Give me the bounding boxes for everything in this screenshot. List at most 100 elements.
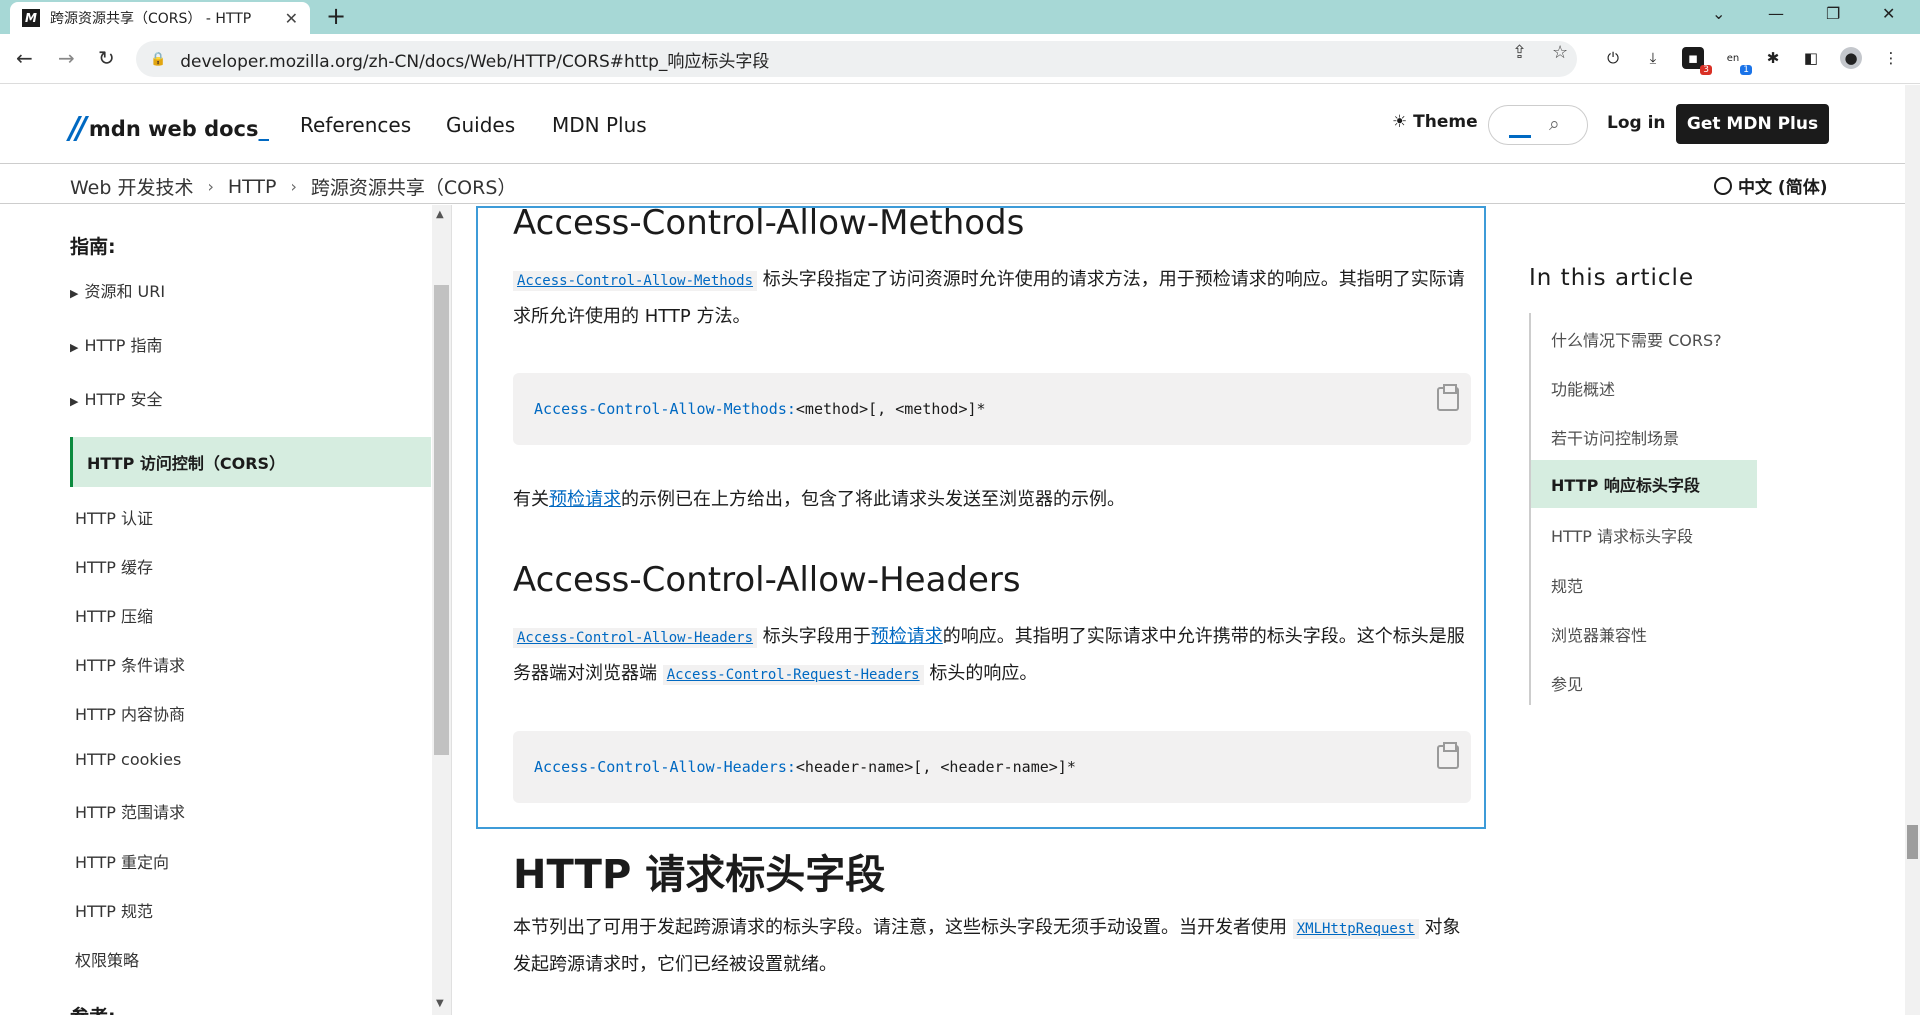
browser-toolbar: ← → ↻ 🔒 developer.mozilla.org/zh-CN/docs… [0,34,1920,84]
search-cursor [1509,135,1531,138]
translate-extension-icon[interactable]: en 1 [1722,47,1752,75]
toc-item-active[interactable]: HTTP 响应标头字段 [1531,460,1757,508]
code-link-allow-methods[interactable]: Access-Control-Allow-Methods [513,271,758,291]
toc-item[interactable]: 功能概述 [1551,376,1615,400]
tab-title: 跨源资源共享（CORS） - HTTP [50,11,252,27]
search-input[interactable]: ⌕ [1488,105,1588,145]
sidebar-item[interactable]: HTTP 条件请求 [75,652,185,676]
theme-button[interactable]: ☀ Theme [1392,112,1478,132]
extensions-puzzle-icon[interactable]: ✱ [1762,47,1784,69]
preflight-link[interactable]: 预检请求 [549,489,621,510]
breadcrumb-web[interactable]: Web 开发技术 [70,173,193,200]
sidebar-item[interactable]: HTTP cookies [75,750,181,769]
power-icon[interactable]: ⏻ [1602,47,1624,69]
sidebar-item[interactable]: 权限策略 [75,947,139,971]
extension-chat-icon[interactable]: ▪ 3 [1682,47,1712,75]
paragraph-text: 本节列出了可用于发起跨源请求的标头字段。请注意，这些标头字段无须手动设置。当开发… [513,917,1293,938]
heading-allow-methods: Access-Control-Allow-Methods [513,205,1025,243]
download-icon[interactable]: ⤓ [1642,47,1664,69]
chevron-right-icon: › [207,177,214,196]
browser-tab[interactable]: M 跨源资源共享（CORS） - HTTP ✕ [10,2,310,34]
toc-item[interactable]: 什么情况下需要 CORS? [1551,327,1722,351]
scroll-down-icon[interactable]: ▼ [436,998,444,1009]
login-link[interactable]: Log in [1607,113,1666,133]
code-key: Access-Control-Allow-Headers: [534,758,796,776]
tab-close-icon[interactable]: ✕ [285,9,298,28]
sidebar-item[interactable]: HTTP 认证 [75,505,153,529]
profile-avatar-icon[interactable]: ● [1840,47,1862,69]
toc-item[interactable]: 参见 [1551,671,1583,695]
reload-icon[interactable]: ↻ [98,46,115,70]
toc-item[interactable]: 若干访问控制场景 [1551,425,1679,449]
sidebar-item[interactable]: HTTP 规范 [75,898,153,922]
logo-text: mdn web docs [88,116,259,141]
preflight-link[interactable]: 预检请求 [871,626,943,647]
article-content: Access-Control-Allow-Methods Access-Cont… [476,205,1486,1015]
browser-menu-icon[interactable]: ⋮ [1880,47,1902,69]
side-panel-icon[interactable]: ◧ [1800,47,1822,69]
address-bar[interactable]: 🔒 developer.mozilla.org/zh-CN/docs/Web/H… [136,41,1577,77]
sidebar-group-guides[interactable]: ▶ HTTP 指南 [70,332,163,356]
search-icon[interactable]: ⌕ [1549,113,1560,135]
extension-badge: 3 [1700,65,1712,75]
mdn-header: // mdn web docs _ References Guides MDN P… [0,85,1905,164]
breadcrumb-cors[interactable]: 跨源资源共享（CORS） [311,173,516,200]
sidebar-item-label: HTTP 安全 [84,390,163,409]
sidebar-group-security[interactable]: ▶ HTTP 安全 [70,386,163,410]
sidebar-scroll-thumb[interactable] [434,285,449,755]
paragraph-preflight-note: 有关预检请求的示例已在上方给出，包含了将此请求头发送至浏览器的示例。 [513,482,1473,518]
restore-icon[interactable]: ❐ [1826,4,1840,23]
copy-icon[interactable] [1437,384,1459,411]
page-scrollbar[interactable] [1905,85,1920,1015]
triangle-right-icon: ▶ [70,395,79,408]
copy-icon[interactable] [1437,742,1459,769]
code-link-allow-headers[interactable]: Access-Control-Allow-Headers [513,628,758,648]
close-window-icon[interactable]: ✕ [1882,4,1895,23]
toc-item[interactable]: 浏览器兼容性 [1551,622,1647,646]
breadcrumb-bar: Web 开发技术 › HTTP › 跨源资源共享（CORS） 中文 (简体) [0,165,1905,204]
paragraph-text: 标头的响应。 [923,663,1038,684]
new-tab-button[interactable]: + [326,2,346,30]
toc-item[interactable]: HTTP 请求标头字段 [1551,523,1693,547]
code-value: <header-name>[, <header-name>]* [795,758,1076,776]
share-icon[interactable]: ⇪ [1512,42,1527,63]
page-scroll-thumb[interactable] [1907,825,1918,859]
sidebar-item[interactable]: HTTP 范围请求 [75,799,185,823]
sidebar-item[interactable]: HTTP 压缩 [75,603,153,627]
code-link-request-headers[interactable]: Access-Control-Request-Headers [662,665,924,685]
code-value: <method>[, <method>]* [795,400,986,418]
sidebar-item-label: 资源和 URI [84,282,166,301]
sidebar-item[interactable]: HTTP 重定向 [75,849,169,873]
sidebar-group-resources[interactable]: ▶ 资源和 URI [70,278,165,302]
scroll-up-icon[interactable]: ▲ [436,209,444,220]
theme-label: Theme [1413,112,1478,132]
nav-guides[interactable]: Guides [446,113,515,137]
paragraph-text: 有关 [513,489,549,510]
sidebar-item[interactable]: HTTP 内容协商 [75,701,185,725]
nav-mdn-plus[interactable]: MDN Plus [552,113,647,137]
nav-references[interactable]: References [300,113,411,137]
globe-icon [1714,176,1732,195]
get-mdn-plus-button[interactable]: Get MDN Plus [1676,104,1829,144]
breadcrumb-http[interactable]: HTTP [228,176,277,198]
language-label: 中文 (简体) [1738,178,1828,198]
back-icon[interactable]: ← [16,46,33,70]
chevron-right-icon: › [290,177,297,196]
sun-icon: ☀ [1392,112,1408,132]
tab-search-chevron-icon[interactable]: ⌄ [1712,4,1725,23]
lock-icon: 🔒 [150,51,167,67]
code-block-allow-methods: Access-Control-Allow-Methods: <method>[,… [513,373,1471,445]
language-switcher[interactable]: 中文 (简体) [1714,173,1827,198]
paragraph-text: 的示例已在上方给出，包含了将此请求头发送至浏览器的示例。 [621,489,1125,510]
sidebar-item-cors[interactable]: HTTP 访问控制（CORS） [70,437,431,487]
heading-request-headers: HTTP 请求标头字段 [513,852,886,898]
triangle-right-icon: ▶ [70,341,79,354]
toc-item[interactable]: 规范 [1551,573,1583,597]
bookmark-star-icon[interactable]: ☆ [1552,42,1568,63]
minimize-icon[interactable]: — [1768,4,1784,23]
code-link-xmlhttprequest[interactable]: XMLHttpRequest [1292,919,1419,939]
forward-icon[interactable]: → [58,46,75,70]
sidebar-item[interactable]: HTTP 缓存 [75,554,153,578]
mdn-logo[interactable]: // mdn web docs _ [69,111,269,146]
paragraph-allow-headers: Access-Control-Allow-Headers 标头字段用于预检请求的… [513,619,1473,693]
